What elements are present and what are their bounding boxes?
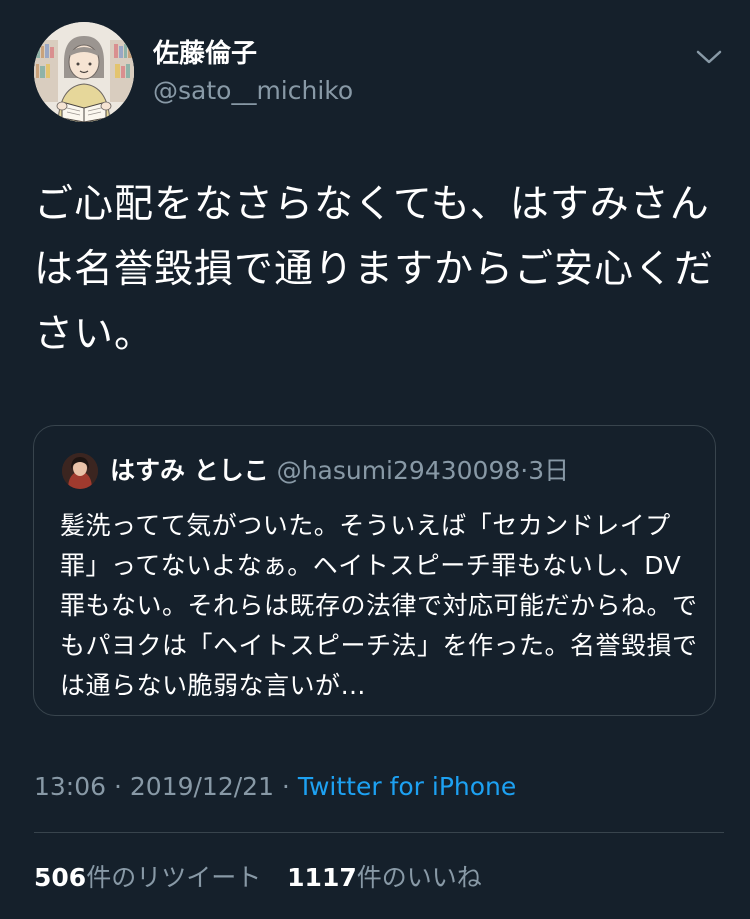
retweets-stat[interactable]: 506件のリツイート (34, 863, 261, 892)
meta-separator: · (273, 772, 298, 801)
chevron-down-icon (696, 50, 722, 64)
quoted-tweet-text: 髪洗ってて気がついた。そういえば「セカンドレイプ罪」ってないよなぁ。ヘイトスピー… (60, 511, 698, 700)
tweet-time[interactable]: 13:06 (34, 772, 106, 801)
tweet-stats: 506件のリツイート 1117件のいいね (34, 861, 482, 895)
likes-count: 1117 (287, 863, 357, 892)
author-display-name[interactable]: 佐藤倫子 (153, 38, 257, 70)
quoted-tweet-card[interactable]: はすみ としこ @hasumi29430098·3日 髪洗ってて気がついた。そう… (33, 425, 716, 716)
quoted-tweet-header: はすみ としこ @hasumi29430098·3日 (110, 455, 569, 487)
quoted-author-name: はすみ としこ (110, 456, 269, 485)
tweet-menu-button[interactable] (692, 44, 726, 70)
likes-stat[interactable]: 1117件のいいね (287, 863, 482, 892)
portrait-avatar-icon (62, 453, 98, 489)
likes-label: 件のいいね (356, 863, 482, 892)
author-avatar[interactable] (34, 22, 134, 122)
tweet-source-link[interactable]: Twitter for iPhone (298, 772, 516, 801)
tweet-date[interactable]: 2019/12/21 (130, 772, 274, 801)
divider (34, 832, 724, 833)
tweet-metadata: 13:06 · 2019/12/21 · Twitter for iPhone (34, 770, 516, 804)
tweet-text: ご心配をなさらなくても、はすみさんは名誉毀損で通りますからご安心ください。 (34, 182, 715, 357)
avatar-illustration (34, 22, 134, 122)
retweets-label: 件のリツイート (86, 863, 262, 892)
quoted-author-avatar (62, 453, 98, 489)
author-username[interactable]: @sato__michiko (153, 76, 353, 106)
quoted-timestamp: 3日 (528, 456, 570, 485)
meta-separator: · (106, 772, 130, 801)
retweets-count: 506 (34, 863, 87, 892)
quoted-author-username: @hasumi29430098 (276, 456, 521, 485)
